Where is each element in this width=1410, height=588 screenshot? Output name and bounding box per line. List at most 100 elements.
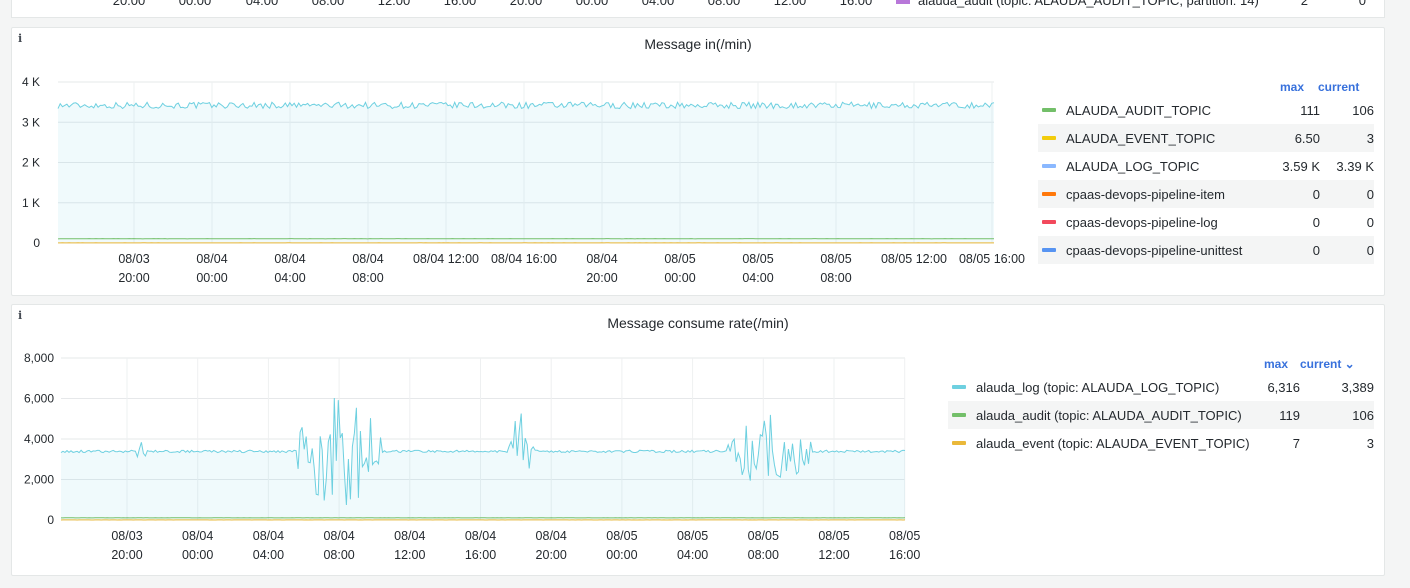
legend-item-max: 111	[1300, 102, 1320, 118]
x-tick-label: 12:00	[378, 0, 411, 8]
legend-item-label: alauda_log (topic: ALAUDA_LOG_TOPIC)	[976, 379, 1220, 395]
message-consume-rate-chart[interactable]: 0 2,000 4,000 6,000 8,000 08/03 20:00 08/04 00:0…	[12, 305, 942, 577]
x-tick-label: 08:00	[323, 548, 354, 562]
legend-item-current: 106	[1352, 407, 1374, 423]
x-tick-label: 20:00	[586, 271, 617, 285]
x-tick-label: 20:00	[113, 0, 146, 8]
x-tick-label: 12:00	[394, 548, 425, 562]
x-tick-label: 08/05	[820, 252, 851, 266]
legend-item[interactable]: ALAUDA_AUDIT_TOPIC 111 106	[1038, 96, 1374, 124]
legend-header-max[interactable]: max	[1280, 80, 1304, 94]
x-tick-label: 08/03	[111, 529, 142, 543]
x-tick-label: 08/04 16:00	[491, 252, 557, 266]
x-tick-label: 08:00	[352, 271, 383, 285]
message-in-chart[interactable]: 0 1 K 2 K 3 K 4 K 08/03 20:00 08/04 00:00 08/04 04…	[12, 28, 1032, 297]
legend-item[interactable]: ALAUDA_LOG_TOPIC 3.59 K 3.39 K	[1038, 152, 1374, 180]
previous-panel-axis: 20:00 00:00 04:00 08:00 12:00 16:00 20:00 00:00…	[113, 0, 1366, 8]
legend-item[interactable]: alauda_log (topic: ALAUDA_LOG_TOPIC) 6,31…	[948, 373, 1374, 401]
x-tick-label: 08/04	[196, 252, 227, 266]
legend-swatch	[1042, 108, 1056, 112]
x-tick-label: 08/05 12:00	[881, 252, 947, 266]
x-tick-label: 16:00	[840, 0, 873, 8]
x-tick-label: 12:00	[774, 0, 807, 8]
y-tick-label: 3 K	[22, 115, 40, 129]
legend-item[interactable]: cpaas-devops-pipeline-log 0 0	[1038, 208, 1374, 236]
legend-item-current: 3.39 K	[1336, 158, 1374, 174]
x-tick-label: 08/05 16:00	[959, 252, 1025, 266]
y-tick-label: 0	[33, 236, 40, 250]
x-tick-label: 08/05	[742, 252, 773, 266]
legend-item-label: ALAUDA_EVENT_TOPIC	[1066, 130, 1216, 146]
legend-swatch	[952, 441, 966, 445]
legend-swatch	[1042, 192, 1056, 196]
message-consume-rate-panel: i Message consume rate(/min) 0 2,000 4,000…	[11, 304, 1385, 576]
x-tick-label: 16:00	[889, 548, 920, 562]
legend-item-current: 3	[1366, 130, 1374, 146]
x-tick-label: 08/05	[664, 252, 695, 266]
legend-item-label: ALAUDA_AUDIT_TOPIC	[1066, 102, 1211, 118]
x-tick-label: 20:00	[111, 548, 142, 562]
legend-item-max: 0	[1312, 242, 1320, 258]
x-tick-label: 08:00	[748, 548, 779, 562]
y-tick-label: 1 K	[22, 196, 40, 210]
legend-swatch	[1042, 248, 1056, 252]
legend-item-current: 0	[1359, 0, 1366, 8]
x-tick-label: 08/04 12:00	[413, 252, 479, 266]
legend-swatch	[1042, 164, 1056, 168]
legend-item-label: ALAUDA_LOG_TOPIC	[1066, 158, 1200, 174]
y-tick-label: 4,000	[24, 432, 54, 446]
x-tick-label: 08/05	[748, 529, 779, 543]
legend-item-current: 0	[1366, 214, 1374, 230]
x-tick-label: 08/04	[274, 252, 305, 266]
legend-item-label: cpaas-devops-pipeline-item	[1066, 186, 1225, 202]
legend-item-max: 7	[1292, 435, 1300, 451]
legend-header-current[interactable]: current ⌄	[1300, 357, 1355, 371]
x-tick-label: 08/04	[352, 252, 383, 266]
x-tick-label: 08/05	[677, 529, 708, 543]
x-tick-label: 12:00	[818, 548, 849, 562]
y-tick-label: 2,000	[24, 473, 54, 487]
x-tick-label: 20:00	[510, 0, 543, 8]
y-tick-label: 0	[47, 513, 54, 527]
legend-header-current[interactable]: current	[1318, 80, 1359, 94]
x-tick-label: 08/04	[536, 529, 567, 543]
x-tick-label: 08/04	[323, 529, 354, 543]
legend-item-current: 0	[1366, 186, 1374, 202]
x-tick-label: 16:00	[465, 548, 496, 562]
x-tick-label: 08/04	[586, 252, 617, 266]
x-tick-label: 04:00	[677, 548, 708, 562]
x-tick-label: 00:00	[576, 0, 609, 8]
legend-swatch	[952, 385, 966, 389]
legend-item[interactable]: cpaas-devops-pipeline-item 0 0	[1038, 180, 1374, 208]
series-area	[58, 102, 994, 243]
chart-legend: max current ⌄ alauda_log (topic: ALAUDA_…	[948, 355, 1374, 465]
x-tick-label: 20:00	[118, 271, 149, 285]
x-tick-label: 08/05	[606, 529, 637, 543]
x-tick-label: 08/05	[818, 529, 849, 543]
legend-item[interactable]: alauda_event (topic: ALAUDA_EVENT_TOPIC)…	[948, 429, 1374, 457]
x-tick-label: 04:00	[742, 271, 773, 285]
legend-item[interactable]: cpaas-devops-pipeline-unittest 0 0	[1038, 236, 1374, 264]
x-tick-label: 08:00	[312, 0, 345, 8]
legend-item-label: cpaas-devops-pipeline-log	[1066, 214, 1218, 230]
legend-item-max: 119	[1279, 407, 1300, 423]
legend-item-max: 6,316	[1267, 379, 1300, 395]
x-tick-label: 04:00	[253, 548, 284, 562]
legend-item-current: 3	[1366, 435, 1374, 451]
legend-header-max[interactable]: max	[1264, 357, 1288, 371]
legend-item[interactable]: alauda_audit (topic: ALAUDA_AUDIT_TOPIC)…	[948, 401, 1374, 429]
legend-item-max: 0	[1312, 214, 1320, 230]
legend-item-max: 6.50	[1294, 130, 1320, 146]
legend-item[interactable]: ALAUDA_EVENT_TOPIC 6.50 3	[1038, 124, 1374, 152]
x-tick-label: 08/05	[889, 529, 920, 543]
x-tick-label: 08/04	[465, 529, 496, 543]
x-tick-label: 00:00	[606, 548, 637, 562]
legend-swatch	[896, 0, 910, 4]
y-tick-label: 2 K	[22, 156, 40, 170]
x-tick-label: 08/04	[182, 529, 213, 543]
x-tick-label: 08/03	[118, 252, 149, 266]
x-tick-label: 08:00	[708, 0, 741, 8]
legend-item-label: alauda_audit (topic: ALAUDA_AUDIT_TOPIC)	[976, 407, 1242, 423]
previous-panel-strip: 20:00 00:00 04:00 08:00 12:00 16:00 20:00 00:00…	[11, 0, 1385, 18]
legend-item-max: 2	[1301, 0, 1308, 8]
